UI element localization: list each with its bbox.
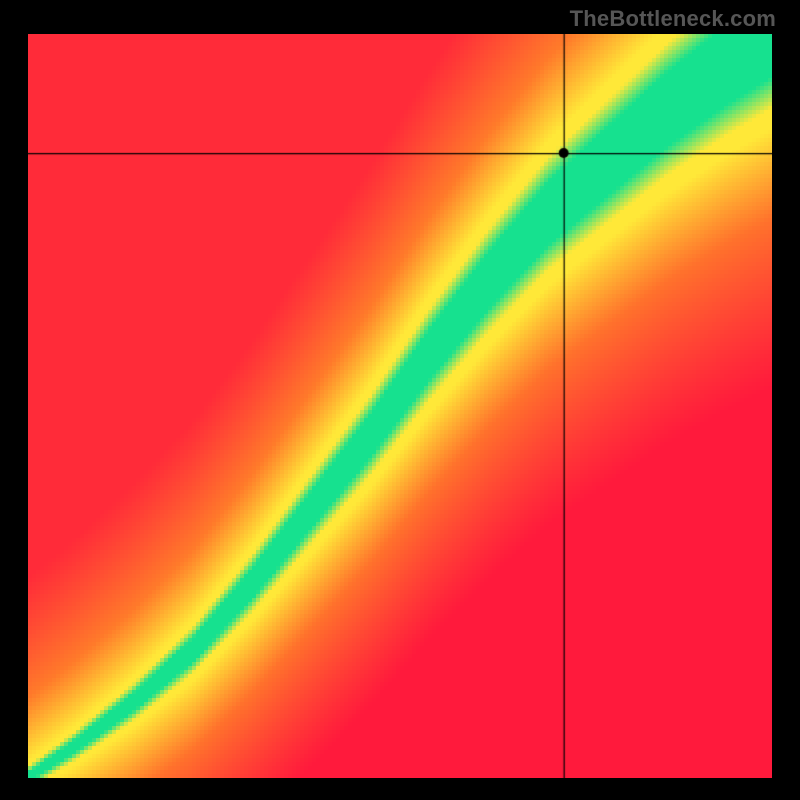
heatmap-plot [28,34,772,778]
crosshair-overlay [28,34,772,778]
watermark-text: TheBottleneck.com [570,6,776,32]
stage: TheBottleneck.com [0,0,800,800]
